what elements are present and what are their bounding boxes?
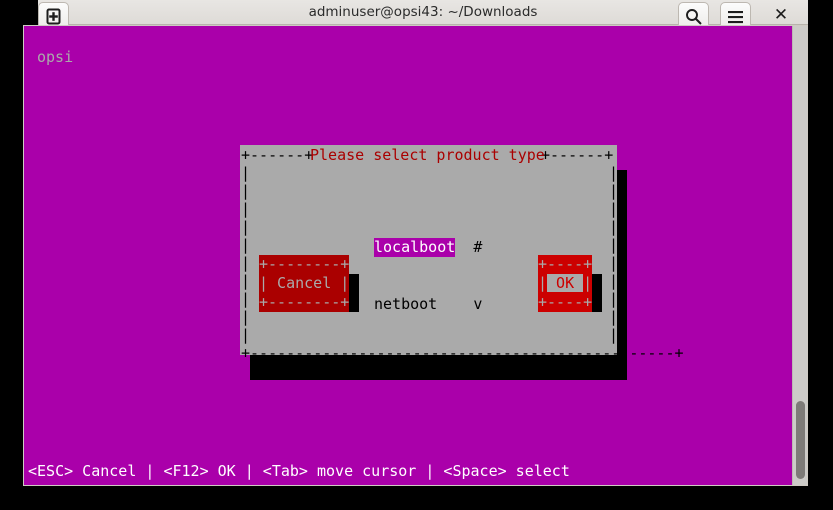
list-item[interactable]: netboot v — [374, 295, 482, 314]
dialog-top-border-left: +------+ — [241, 146, 314, 164]
ok-button-face: +----+ | OK | +----+ — [538, 255, 593, 312]
cancel-button-face: +--------+ | Cancel | +--------+ — [259, 255, 350, 312]
terminal-scrollbar[interactable] — [792, 26, 807, 485]
list-item-label: netboot — [374, 295, 438, 313]
scrollbar-thumb[interactable] — [796, 401, 805, 479]
terminal-window: adminuser@opsi43: ~/Downloads ✕ opsi +-- — [0, 0, 833, 510]
ok-button-body-right: | — [583, 274, 593, 292]
keybinding-status-line: <ESC> Cancel | <F12> OK | <Tab> move cur… — [28, 462, 570, 480]
terminal-banner: opsi — [37, 48, 74, 66]
hamburger-menu-icon — [728, 10, 743, 23]
list-item[interactable]: localboot # — [374, 238, 482, 257]
window-bottom-strip — [0, 486, 833, 510]
dialog-left-border: | | | | | | | | | | — [241, 164, 251, 344]
dialog-title: Please select product type — [310, 146, 545, 164]
ok-button-body-left: | — [538, 274, 548, 292]
cancel-button-top-border: +--------+ — [259, 255, 350, 273]
window-titlebar: adminuser@opsi43: ~/Downloads ✕ — [38, 0, 808, 31]
list-item-mark: # — [473, 238, 483, 256]
close-icon: ✕ — [773, 5, 789, 25]
dialog-right-border: | | | | | | | | | | — [609, 164, 619, 344]
terminal-screen[interactable]: opsi +------+ +------+ Please select pro… — [24, 26, 792, 485]
cancel-button-bottom-border: +--------+ — [259, 293, 350, 311]
product-type-list: localboot # netboot v — [374, 200, 482, 352]
ok-button-top-border: +----+ — [538, 255, 593, 273]
list-item-label: localboot — [374, 238, 456, 257]
ok-button-label: OK — [547, 274, 584, 292]
cancel-button-label: | Cancel | — [259, 274, 350, 292]
dialog-top-border-right: +------+ — [541, 146, 614, 164]
product-type-dialog: +------+ +------+ Please select product … — [240, 145, 684, 362]
ok-button-bottom-border: +----+ — [538, 293, 593, 311]
list-item-mark: v — [473, 295, 483, 313]
search-icon — [686, 9, 702, 25]
